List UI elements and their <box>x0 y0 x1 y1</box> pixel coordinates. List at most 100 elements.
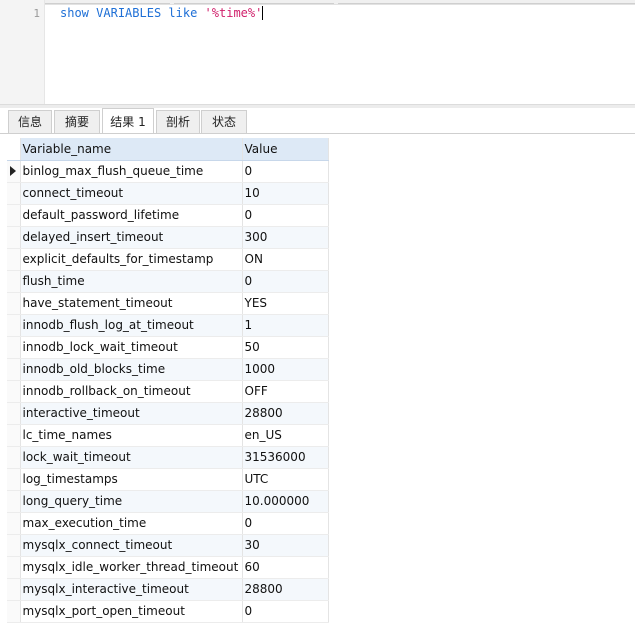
table-row[interactable]: long_query_time 10.000000 <box>7 490 329 513</box>
cell-variable-name[interactable]: mysqlx_interactive_timeout <box>20 578 243 601</box>
table-row[interactable]: binlog_max_flush_queue_time 0 <box>7 160 329 183</box>
cell-variable-name[interactable]: mysqlx_port_open_timeout <box>20 600 243 623</box>
row-indicator <box>7 336 21 359</box>
cell-value[interactable]: 1000 <box>242 358 329 381</box>
cell-value[interactable]: 0 <box>242 600 329 623</box>
row-indicator <box>7 578 21 601</box>
tab-result-1[interactable]: 结果 1 <box>102 108 154 134</box>
row-indicator <box>7 358 21 381</box>
cell-variable-name[interactable]: interactive_timeout <box>20 402 243 425</box>
cell-value[interactable]: 1 <box>242 314 329 337</box>
grid-header-row: Variable_name Value <box>7 138 329 161</box>
cell-variable-name[interactable]: binlog_max_flush_queue_time <box>20 160 243 183</box>
cell-variable-name[interactable]: explicit_defaults_for_timestamp <box>20 248 243 271</box>
row-indicator <box>7 160 21 183</box>
cell-value[interactable]: 60 <box>242 556 329 579</box>
cell-value[interactable]: 0 <box>242 512 329 535</box>
cell-value[interactable]: UTC <box>242 468 329 491</box>
table-row[interactable]: mysqlx_port_open_timeout 0 <box>7 600 329 623</box>
row-indicator <box>7 248 21 271</box>
table-row[interactable]: lc_time_names en_US <box>7 424 329 447</box>
table-row[interactable]: lock_wait_timeout 31536000 <box>7 446 329 469</box>
table-row[interactable]: log_timestamps UTC <box>7 468 329 491</box>
cell-variable-name[interactable]: mysqlx_connect_timeout <box>20 534 243 557</box>
cell-value[interactable]: 28800 <box>242 402 329 425</box>
cell-value[interactable]: 30 <box>242 534 329 557</box>
cell-variable-name[interactable]: innodb_old_blocks_time <box>20 358 243 381</box>
row-indicator <box>7 534 21 557</box>
row-indicator <box>7 380 21 403</box>
cell-value[interactable]: 28800 <box>242 578 329 601</box>
cell-variable-name[interactable]: innodb_flush_log_at_timeout <box>20 314 243 337</box>
pattern-string: '%time%' <box>204 6 263 20</box>
row-indicator <box>7 468 21 491</box>
cell-variable-name[interactable]: lock_wait_timeout <box>20 446 243 469</box>
current-row-arrow-icon <box>10 166 16 176</box>
column-header-variable-name[interactable]: Variable_name <box>20 138 243 161</box>
cell-value[interactable]: 0 <box>242 270 329 293</box>
cell-variable-name[interactable]: mysqlx_idle_worker_thread_timeout <box>20 556 243 579</box>
sql-code-line[interactable]: show VARIABLES like '%time%' <box>60 6 264 20</box>
row-indicator <box>7 270 21 293</box>
cell-variable-name[interactable]: innodb_rollback_on_timeout <box>20 380 243 403</box>
keyword-variables: VARIABLES <box>96 6 162 20</box>
cell-variable-name[interactable]: log_timestamps <box>20 468 243 491</box>
table-row[interactable]: max_execution_time 0 <box>7 512 329 535</box>
table-row[interactable]: delayed_insert_timeout 300 <box>7 226 329 249</box>
cell-value[interactable]: 31536000 <box>242 446 329 469</box>
cell-value[interactable]: 50 <box>242 336 329 359</box>
cell-variable-name[interactable]: connect_timeout <box>20 182 243 205</box>
cell-variable-name[interactable]: default_password_lifetime <box>20 204 243 227</box>
tab-summary[interactable]: 摘要 <box>54 110 100 133</box>
grid-body: binlog_max_flush_queue_time 0 connect_tim… <box>7 160 329 623</box>
column-header-value[interactable]: Value <box>242 138 329 161</box>
cell-variable-name[interactable]: innodb_lock_wait_timeout <box>20 336 243 359</box>
cell-variable-name[interactable]: long_query_time <box>20 490 243 513</box>
cell-value[interactable]: en_US <box>242 424 329 447</box>
table-row[interactable]: mysqlx_connect_timeout 30 <box>7 534 329 557</box>
result-tabs: 信息 摘要 结果 1 剖析 状态 <box>0 108 635 134</box>
cell-value[interactable]: YES <box>242 292 329 315</box>
cell-variable-name[interactable]: flush_time <box>20 270 243 293</box>
table-row[interactable]: flush_time 0 <box>7 270 329 293</box>
cell-value[interactable]: 10 <box>242 182 329 205</box>
line-number: 1 <box>33 7 40 20</box>
table-row[interactable]: innodb_lock_wait_timeout 50 <box>7 336 329 359</box>
row-indicator <box>7 556 21 579</box>
tab-info[interactable]: 信息 <box>8 110 52 133</box>
cell-variable-name[interactable]: lc_time_names <box>20 424 243 447</box>
line-number-gutter: 1 <box>0 0 45 104</box>
row-indicator <box>7 600 21 623</box>
cell-value[interactable]: 300 <box>242 226 329 249</box>
table-row[interactable]: interactive_timeout 28800 <box>7 402 329 425</box>
table-row[interactable]: innodb_rollback_on_timeout OFF <box>7 380 329 403</box>
table-row[interactable]: mysqlx_idle_worker_thread_timeout 60 <box>7 556 329 579</box>
row-indicator <box>7 424 21 447</box>
sql-editor[interactable]: 1 show VARIABLES like '%time%' <box>0 0 635 104</box>
cell-variable-name[interactable]: max_execution_time <box>20 512 243 535</box>
text-caret <box>262 6 264 20</box>
cell-variable-name[interactable]: have_statement_timeout <box>20 292 243 315</box>
keyword-like: like <box>168 6 198 20</box>
table-row[interactable]: explicit_defaults_for_timestamp ON <box>7 248 329 271</box>
table-row[interactable]: mysqlx_interactive_timeout 28800 <box>7 578 329 601</box>
row-indicator <box>7 402 21 425</box>
tab-divider <box>0 133 635 134</box>
row-indicator <box>7 182 21 205</box>
result-grid: Variable_name Value binlog_max_flush_que… <box>7 138 329 623</box>
cell-value[interactable]: 10.000000 <box>242 490 329 513</box>
table-row[interactable]: innodb_old_blocks_time 1000 <box>7 358 329 381</box>
table-row[interactable]: default_password_lifetime 0 <box>7 204 329 227</box>
cell-value[interactable]: 0 <box>242 160 329 183</box>
cell-variable-name[interactable]: delayed_insert_timeout <box>20 226 243 249</box>
tab-profile[interactable]: 剖析 <box>156 110 200 133</box>
table-row[interactable]: connect_timeout 10 <box>7 182 329 205</box>
cell-value[interactable]: ON <box>242 248 329 271</box>
row-indicator <box>7 512 21 535</box>
keyword-show: show <box>60 6 89 20</box>
cell-value[interactable]: 0 <box>242 204 329 227</box>
tab-status[interactable]: 状态 <box>201 110 247 133</box>
table-row[interactable]: innodb_flush_log_at_timeout 1 <box>7 314 329 337</box>
cell-value[interactable]: OFF <box>242 380 329 403</box>
table-row[interactable]: have_statement_timeout YES <box>7 292 329 315</box>
